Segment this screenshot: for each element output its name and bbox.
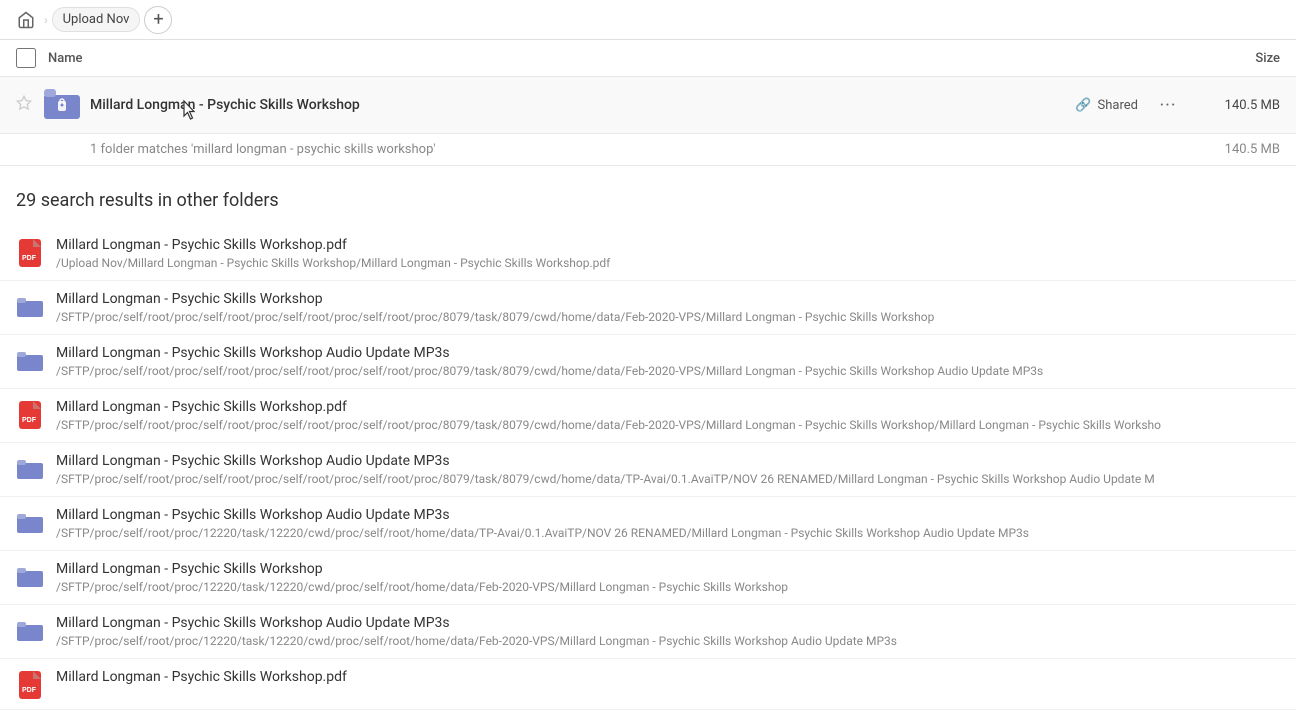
link-icon: 🔗 bbox=[1075, 98, 1091, 113]
pdf-icon: PDF bbox=[16, 671, 44, 699]
folder-icon bbox=[16, 617, 44, 645]
list-item[interactable]: Millard Longman - Psychic Skills Worksho… bbox=[0, 551, 1296, 605]
svg-text:PDF: PDF bbox=[22, 255, 37, 262]
size-column-header: Size bbox=[1180, 51, 1280, 66]
folder-locked-icon bbox=[44, 87, 80, 123]
folder-icon bbox=[16, 347, 44, 375]
separator: › bbox=[44, 13, 48, 27]
result-path: /SFTP/proc/self/root/proc/self/root/proc… bbox=[56, 472, 1280, 486]
result-path: /SFTP/proc/self/root/proc/self/root/proc… bbox=[56, 364, 1280, 378]
main-result-row[interactable]: Millard Longman - Psychic Skills Worksho… bbox=[0, 77, 1296, 134]
result-name: Millard Longman - Psychic Skills Worksho… bbox=[56, 507, 1280, 523]
result-path: /Upload Nov/Millard Longman - Psychic Sk… bbox=[56, 256, 1280, 270]
folder-icon bbox=[16, 455, 44, 483]
shared-badge: 🔗 Shared bbox=[1075, 98, 1138, 113]
match-summary: 1 folder matches 'millard longman - psyc… bbox=[0, 134, 1296, 166]
add-tab-button[interactable]: + bbox=[144, 6, 172, 34]
result-name: Millard Longman - Psychic Skills Worksho… bbox=[56, 237, 1280, 253]
breadcrumb-upload-nov[interactable]: Upload Nov bbox=[52, 7, 141, 32]
home-icon[interactable] bbox=[12, 6, 40, 34]
list-item[interactable]: Millard Longman - Psychic Skills Worksho… bbox=[0, 281, 1296, 335]
result-name: Millard Longman - Psychic Skills Worksho… bbox=[56, 399, 1280, 415]
list-item[interactable]: Millard Longman - Psychic Skills Worksho… bbox=[0, 497, 1296, 551]
folder-icon bbox=[16, 563, 44, 591]
result-path: /SFTP/proc/self/root/proc/12220/task/122… bbox=[56, 634, 1280, 648]
folder-icon bbox=[16, 293, 44, 321]
result-path: /SFTP/proc/self/root/proc/12220/task/122… bbox=[56, 526, 1280, 540]
breadcrumb-bar: › Upload Nov + bbox=[0, 0, 1296, 40]
result-path: /SFTP/proc/self/root/proc/self/root/proc… bbox=[56, 310, 1280, 324]
list-item[interactable]: Millard Longman - Psychic Skills Worksho… bbox=[0, 443, 1296, 497]
list-item[interactable]: PDF Millard Longman - Psychic Skills Wor… bbox=[0, 659, 1296, 710]
result-content: Millard Longman - Psychic Skills Worksho… bbox=[56, 453, 1280, 486]
result-name: Millard Longman - Psychic Skills Worksho… bbox=[56, 561, 1280, 577]
pdf-icon: PDF bbox=[16, 401, 44, 429]
name-column-header: Name bbox=[48, 51, 1180, 66]
result-path: /SFTP/proc/self/root/proc/self/root/proc… bbox=[56, 418, 1280, 432]
result-content: Millard Longman - Psychic Skills Worksho… bbox=[56, 561, 1280, 594]
list-item[interactable]: PDF Millard Longman - Psychic Skills Wor… bbox=[0, 389, 1296, 443]
result-content: Millard Longman - Psychic Skills Worksho… bbox=[56, 507, 1280, 540]
result-name: Millard Longman - Psychic Skills Worksho… bbox=[56, 615, 1280, 631]
main-result-size: 140.5 MB bbox=[1190, 98, 1280, 113]
search-results-list: PDF Millard Longman - Psychic Skills Wor… bbox=[0, 227, 1296, 710]
result-path: /SFTP/proc/self/root/proc/12220/task/122… bbox=[56, 580, 1280, 594]
more-options-button[interactable]: ··· bbox=[1154, 91, 1182, 119]
star-icon[interactable] bbox=[16, 95, 36, 115]
result-content: Millard Longman - Psychic Skills Worksho… bbox=[56, 669, 1280, 688]
result-name: Millard Longman - Psychic Skills Worksho… bbox=[56, 669, 1280, 685]
svg-text:PDF: PDF bbox=[22, 687, 37, 694]
result-content: Millard Longman - Psychic Skills Worksho… bbox=[56, 237, 1280, 270]
list-item[interactable]: Millard Longman - Psychic Skills Worksho… bbox=[0, 335, 1296, 389]
main-result-name: Millard Longman - Psychic Skills Worksho… bbox=[90, 97, 1075, 113]
folder-icon bbox=[16, 509, 44, 537]
match-size: 140.5 MB bbox=[1190, 142, 1280, 157]
result-name: Millard Longman - Psychic Skills Worksho… bbox=[56, 453, 1280, 469]
pdf-icon: PDF bbox=[16, 239, 44, 267]
result-name: Millard Longman - Psychic Skills Worksho… bbox=[56, 291, 1280, 307]
shared-label: Shared bbox=[1098, 98, 1138, 113]
result-name: Millard Longman - Psychic Skills Worksho… bbox=[56, 345, 1280, 361]
svg-text:PDF: PDF bbox=[22, 417, 37, 424]
match-count-text: 1 folder matches 'millard longman - psyc… bbox=[90, 142, 1190, 157]
result-content: Millard Longman - Psychic Skills Worksho… bbox=[56, 291, 1280, 324]
result-content: Millard Longman - Psychic Skills Worksho… bbox=[56, 345, 1280, 378]
result-content: Millard Longman - Psychic Skills Worksho… bbox=[56, 399, 1280, 432]
table-header: Name Size bbox=[0, 40, 1296, 77]
result-content: Millard Longman - Psychic Skills Worksho… bbox=[56, 615, 1280, 648]
list-item[interactable]: Millard Longman - Psychic Skills Worksho… bbox=[0, 605, 1296, 659]
select-all-checkbox[interactable] bbox=[16, 48, 36, 68]
other-results-heading: 29 search results in other folders bbox=[0, 166, 1296, 227]
list-item[interactable]: PDF Millard Longman - Psychic Skills Wor… bbox=[0, 227, 1296, 281]
